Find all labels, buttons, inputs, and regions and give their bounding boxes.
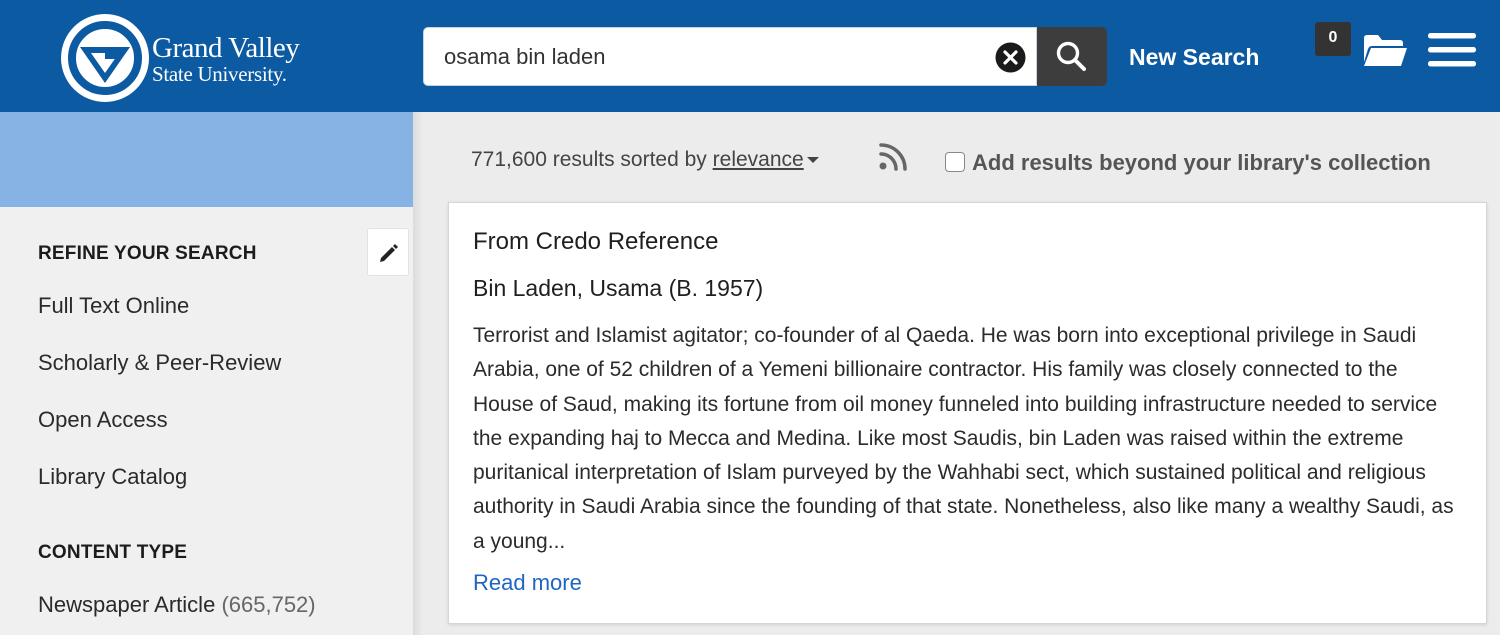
search-box	[423, 27, 1037, 86]
university-logo[interactable]: Grand Valley State University.	[60, 13, 380, 105]
results-count: 771,600 results sorted by	[471, 148, 707, 171]
read-more-link[interactable]: Read more	[473, 570, 582, 596]
search-input[interactable]	[444, 42, 984, 72]
folder-count-badge: 0	[1315, 22, 1351, 56]
facet-newspaper-article[interactable]: Newspaper Article (665,752)	[38, 592, 316, 618]
site-header: Grand Valley State University. New Searc…	[0, 0, 1500, 112]
result-snippet: Terrorist and Islamist agitator; co-foun…	[473, 324, 1454, 553]
folder-icon[interactable]	[1362, 32, 1408, 68]
result-source: From Credo Reference	[473, 228, 719, 255]
result-title[interactable]: Bin Laden, Usama (B. 1957)	[473, 275, 763, 302]
new-search-link[interactable]: New Search	[1129, 44, 1259, 71]
search-button[interactable]	[1037, 27, 1107, 86]
logo-line-2: State University.	[152, 62, 287, 86]
facet-open-access[interactable]: Open Access	[38, 407, 168, 433]
beyond-collection-checkbox[interactable]	[945, 152, 965, 172]
logo-line-1: Grand Valley	[152, 32, 300, 64]
rss-icon[interactable]	[878, 142, 908, 172]
beyond-collection-label[interactable]: Add results beyond your library's collec…	[972, 150, 1431, 176]
gvsu-logo-icon	[61, 14, 149, 102]
sidebar-divider	[413, 112, 423, 635]
sidebar-banner	[0, 112, 413, 207]
facet-library-catalog[interactable]: Library Catalog	[38, 464, 187, 490]
caret-down-icon[interactable]	[806, 157, 819, 164]
refine-section-title: REFINE YOUR SEARCH	[38, 243, 257, 264]
results-summary: 771,600 results sorted by relevance	[471, 148, 819, 172]
result-card: From Credo Reference Bin Laden, Usama (B…	[448, 202, 1487, 624]
hamburger-menu-icon[interactable]	[1428, 33, 1476, 67]
facet-count: (665,752)	[221, 592, 316, 617]
facet-full-text-online[interactable]: Full Text Online	[38, 293, 189, 319]
clear-search-icon[interactable]	[995, 42, 1026, 73]
sort-dropdown[interactable]: relevance	[713, 148, 804, 171]
content-type-title: CONTENT TYPE	[38, 542, 188, 563]
logo-wordmark: Grand Valley State University.	[152, 32, 300, 86]
facet-label: Newspaper Article	[38, 592, 216, 617]
facet-scholarly-peer-review[interactable]: Scholarly & Peer-Review	[38, 350, 281, 376]
edit-refine-button[interactable]	[367, 228, 409, 276]
search-icon	[1056, 41, 1086, 71]
pencil-icon	[380, 244, 398, 262]
